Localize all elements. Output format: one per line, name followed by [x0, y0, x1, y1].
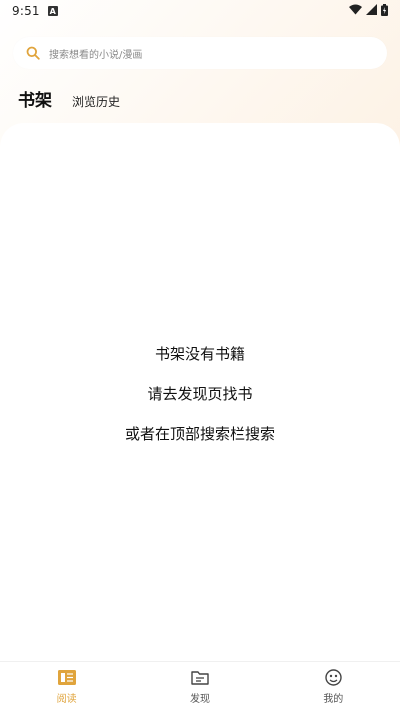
search-bar[interactable]: 搜索想看的小说/漫画	[13, 37, 387, 69]
status-icons	[349, 3, 388, 19]
nav-profile-label: 我的	[323, 693, 344, 705]
status-time: 9:51	[12, 4, 40, 18]
wifi-icon	[349, 4, 362, 18]
nav-discover-label: 发现	[189, 693, 210, 705]
bottom-nav: 阅读 发现 我的	[0, 661, 400, 711]
nav-read[interactable]: 阅读	[0, 662, 133, 711]
battery-icon	[381, 3, 388, 19]
discover-icon	[191, 669, 209, 687]
empty-message-discover-hint: 请去发现页找书	[147, 385, 253, 403]
tab-bookshelf[interactable]: 书架	[18, 86, 52, 111]
bookshelf-panel: 书架没有书籍 请去发现页找书 或者在顶部搜索栏搜索	[0, 123, 400, 663]
tab-history[interactable]: 浏览历史	[72, 93, 120, 110]
nav-read-label: 阅读	[56, 693, 77, 705]
book-icon	[57, 669, 76, 687]
status-bar: 9:51 A	[0, 0, 400, 22]
empty-message-search-hint: 或者在顶部搜索栏搜索	[124, 425, 275, 443]
notification-icon: A	[47, 6, 58, 16]
search-icon	[25, 45, 41, 61]
nav-discover[interactable]: 发现	[133, 662, 266, 711]
search-input[interactable]: 搜索想看的小说/漫画	[49, 46, 142, 61]
empty-message-no-books: 书架没有书籍	[154, 345, 245, 363]
tab-bar: 书架 浏览历史	[18, 86, 120, 111]
signal-icon	[366, 4, 377, 18]
nav-profile[interactable]: 我的	[267, 662, 400, 711]
profile-icon	[324, 669, 342, 687]
